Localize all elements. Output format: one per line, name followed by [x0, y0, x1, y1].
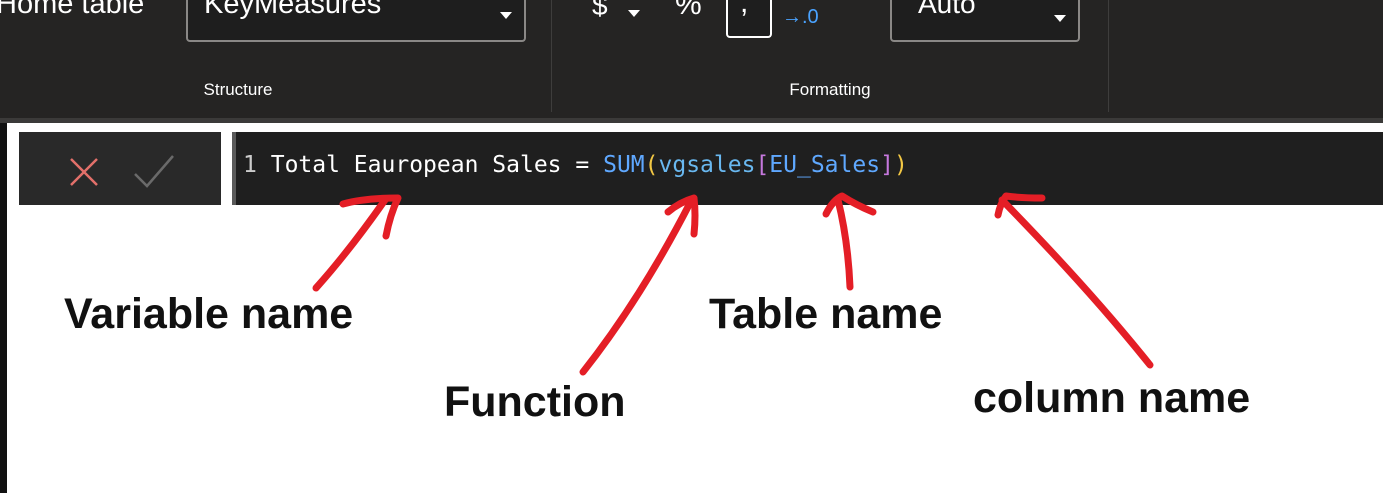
- arrow-table-name: [822, 192, 877, 291]
- function-label: Function: [444, 378, 626, 426]
- arrow-variable-name: [312, 194, 402, 292]
- arrow-column-name: [994, 192, 1154, 369]
- column-name-label: column name: [973, 374, 1251, 422]
- table-name-label: Table name: [709, 290, 943, 338]
- variable-name-label: Variable name: [64, 290, 354, 338]
- arrow-function: [579, 194, 699, 376]
